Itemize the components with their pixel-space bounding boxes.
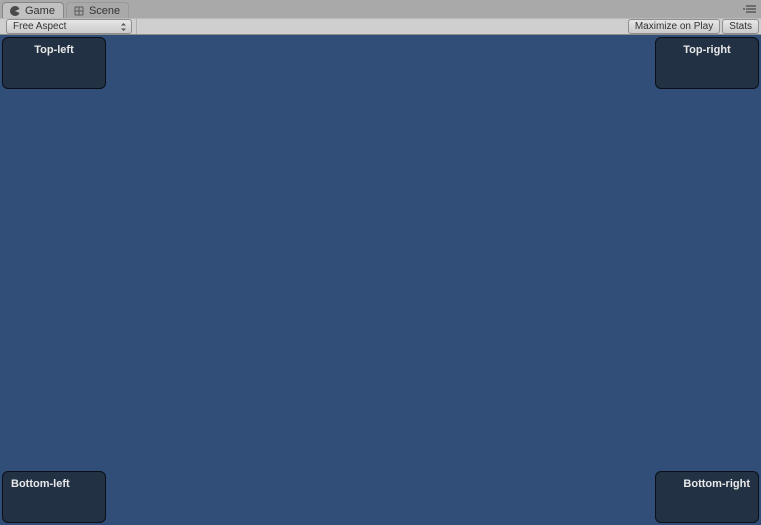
panel-bottom-right-label: Bottom-right (683, 478, 750, 490)
dropdown-caret-icon (120, 22, 127, 32)
panel-bottom-left-label: Bottom-left (11, 478, 70, 490)
tab-scene-label: Scene (89, 5, 120, 17)
panel-top-right-label: Top-right (683, 44, 730, 56)
panel-bottom-left[interactable]: Bottom-left (2, 471, 106, 523)
grid-icon (73, 5, 85, 17)
aspect-dropdown-label: Free Aspect (13, 21, 66, 32)
panel-top-left-label: Top-left (34, 44, 74, 56)
stats-label: Stats (729, 21, 752, 32)
stats-button[interactable]: Stats (722, 19, 759, 34)
panel-top-right[interactable]: Top-right (655, 37, 759, 89)
toolbar-spacer (136, 19, 628, 34)
maximize-on-play-label: Maximize on Play (635, 21, 713, 32)
game-viewport: Top-left Top-right Bottom-left Bottom-ri… (0, 35, 761, 525)
window-menu-icon[interactable] (743, 4, 757, 14)
tab-game-label: Game (25, 5, 55, 17)
maximize-on-play-button[interactable]: Maximize on Play (628, 19, 720, 34)
panel-bottom-right[interactable]: Bottom-right (655, 471, 759, 523)
tab-game[interactable]: Game (2, 2, 64, 18)
editor-tabbar: Game Scene (0, 0, 761, 18)
aspect-dropdown[interactable]: Free Aspect (6, 19, 132, 34)
tab-scene[interactable]: Scene (66, 2, 129, 18)
pacman-icon (9, 5, 21, 17)
game-toolbar: Free Aspect Maximize on Play Stats (0, 18, 761, 35)
panel-top-left[interactable]: Top-left (2, 37, 106, 89)
